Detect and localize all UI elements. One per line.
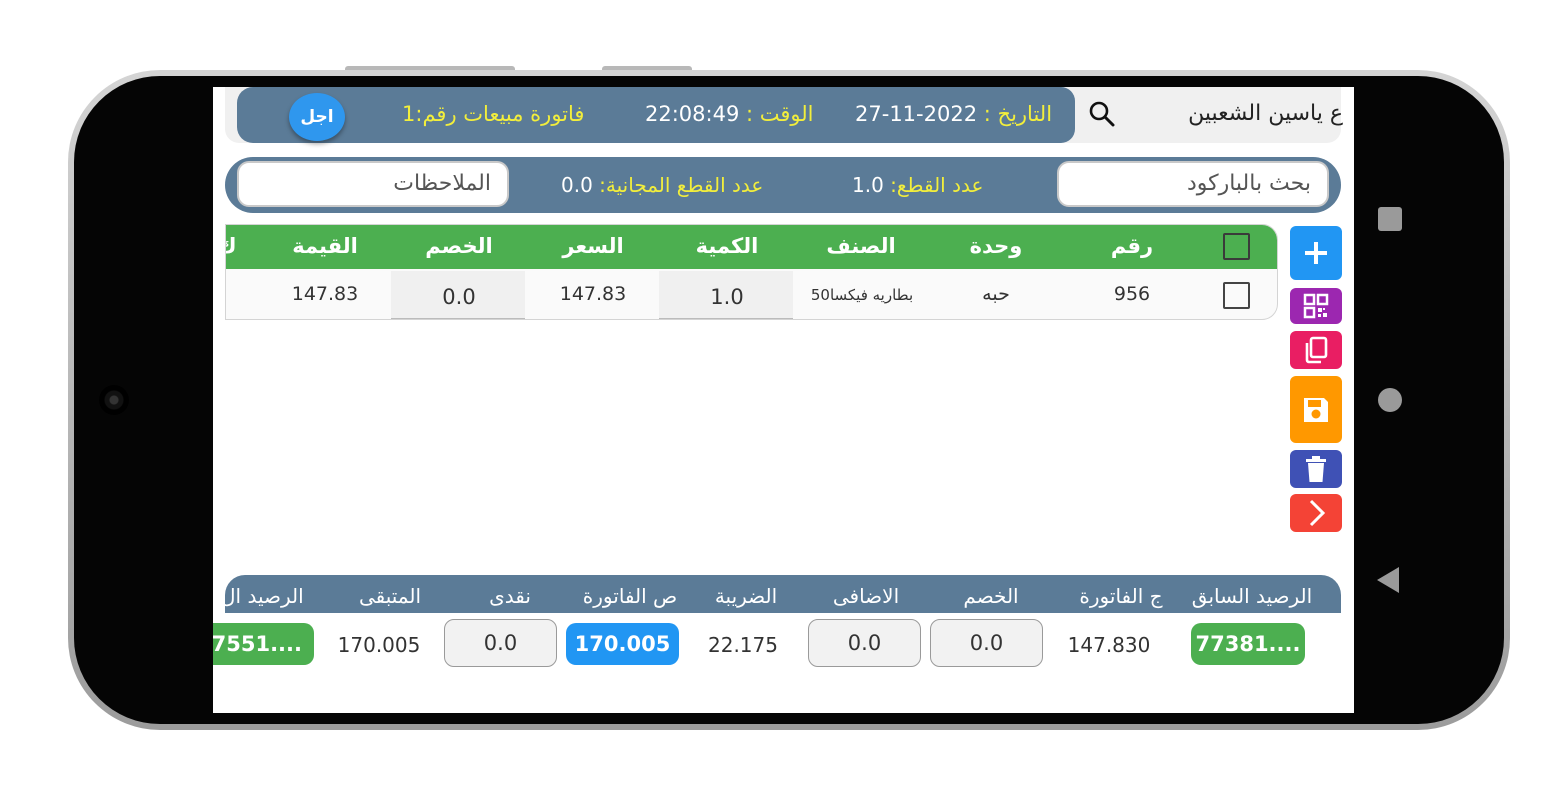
date-value: 2022-11-27 — [855, 102, 978, 126]
remaining-label: المتبقى — [358, 584, 422, 608]
free-pieces-field: عدد القطع المجانية: 0.0 — [561, 173, 763, 197]
invoice-total-value: 147.830 — [1067, 633, 1151, 657]
column-header-price[interactable]: السعر — [538, 234, 648, 258]
date-field: التاريخ : 2022-11-27 — [855, 102, 1052, 126]
additional-input[interactable]: 0.0 — [808, 619, 921, 667]
row-item: 50بطاريه فيكسا — [810, 286, 914, 304]
tax-value: 22.175 — [708, 633, 778, 657]
free-pieces-label: عدد القطع المجانية: — [599, 173, 764, 197]
trash-icon — [1306, 456, 1326, 482]
copy-icon — [1305, 336, 1328, 364]
additional-label: الاضافى — [832, 584, 900, 608]
row-qty[interactable]: 1.0 — [672, 285, 782, 309]
plus-icon — [1305, 242, 1327, 264]
pieces-label: عدد القطع: — [890, 173, 984, 197]
net-invoice-label: ص الفاتورة — [582, 584, 678, 608]
barcode-search-input[interactable]: بحث بالباركود — [1057, 161, 1329, 207]
qr-code-icon — [1303, 293, 1329, 319]
current-balance-value: 77551.... — [213, 623, 314, 665]
net-invoice-value: 170.005 — [566, 623, 679, 665]
column-header-item[interactable]: الصنف — [806, 234, 916, 258]
row-number: 956 — [1113, 283, 1151, 305]
column-header-number[interactable]: رقم — [1092, 234, 1172, 258]
search-bar: الملاحظات عدد القطع المجانية: 0.0 عدد ال… — [225, 157, 1341, 213]
current-balance-label: الرصيد ال — [221, 584, 304, 608]
invoice-title: فاتورة مبيعات رقم:1 — [402, 102, 585, 126]
header-bar: اجل فاتورة مبيعات رقم:1 الوقت : 22:08:49… — [225, 87, 1343, 143]
tax-label: الضريبة — [714, 584, 778, 608]
column-header-extra[interactable]: ك — [226, 234, 242, 258]
time-value: 22:08:49 — [645, 102, 740, 126]
row-value: 147.83 — [291, 283, 359, 305]
save-button[interactable] — [1290, 376, 1342, 443]
cash-label: نقدى — [489, 584, 531, 608]
time-label: الوقت : — [746, 102, 814, 126]
copy-button[interactable] — [1290, 331, 1342, 369]
column-header-discount[interactable]: الخصم — [404, 234, 514, 258]
row-checkbox[interactable] — [1223, 282, 1250, 309]
customer-name[interactable]: ع ياسين الشعبين — [1125, 101, 1343, 126]
delete-button[interactable] — [1290, 450, 1342, 488]
pieces-field: عدد القطع: 1.0 — [852, 173, 983, 197]
home-nav-button[interactable] — [1378, 388, 1402, 412]
cash-input[interactable]: 0.0 — [444, 619, 557, 667]
row-discount[interactable]: 0.0 — [404, 285, 514, 309]
search-icon[interactable] — [1089, 101, 1115, 127]
free-pieces-value: 0.0 — [561, 173, 593, 197]
recents-nav-button[interactable] — [1378, 207, 1402, 231]
back-nav-button[interactable] — [1377, 567, 1399, 593]
time-field: الوقت : 22:08:49 — [645, 102, 814, 126]
select-all-checkbox[interactable] — [1223, 233, 1250, 260]
chevron-right-icon — [1309, 499, 1326, 527]
discount-label: الخصم — [963, 584, 1019, 608]
items-table: رقم وحدة الصنف الكمية السعر الخصم القيمة… — [225, 224, 1278, 320]
row-price: 147.83 — [559, 283, 627, 305]
invoice-total-label: ج الفاتورة — [1079, 584, 1163, 608]
camera-icon — [99, 385, 129, 415]
app-screen: اجل فاتورة مبيعات رقم:1 الوقت : 22:08:49… — [213, 87, 1354, 713]
notes-input[interactable]: الملاحظات — [237, 161, 509, 207]
pieces-value: 1.0 — [852, 173, 884, 197]
previous-balance-value: 77381.... — [1191, 623, 1305, 665]
next-button[interactable] — [1290, 494, 1342, 532]
column-header-qty[interactable]: الكمية — [672, 234, 782, 258]
date-label: التاريخ : — [983, 102, 1053, 126]
invoice-info-bar: اجل فاتورة مبيعات رقم:1 الوقت : 22:08:49… — [237, 87, 1075, 143]
totals-header: الرصيد السابق ج الفاتورة الخصم الاضافى ا… — [221, 575, 1341, 613]
table-header: رقم وحدة الصنف الكمية السعر الخصم القيمة… — [226, 225, 1277, 269]
qr-scan-button[interactable] — [1290, 288, 1342, 324]
add-button[interactable] — [1290, 226, 1342, 280]
save-icon — [1304, 397, 1328, 422]
remaining-value: 170.005 — [337, 633, 421, 657]
previous-balance-label: الرصيد السابق — [1191, 584, 1313, 608]
column-header-value[interactable]: القيمة — [270, 234, 380, 258]
credit-button[interactable]: اجل — [289, 93, 345, 141]
row-unit: حبه — [982, 283, 1010, 305]
discount-input[interactable]: 0.0 — [930, 619, 1043, 667]
column-header-unit[interactable]: وحدة — [956, 234, 1036, 258]
